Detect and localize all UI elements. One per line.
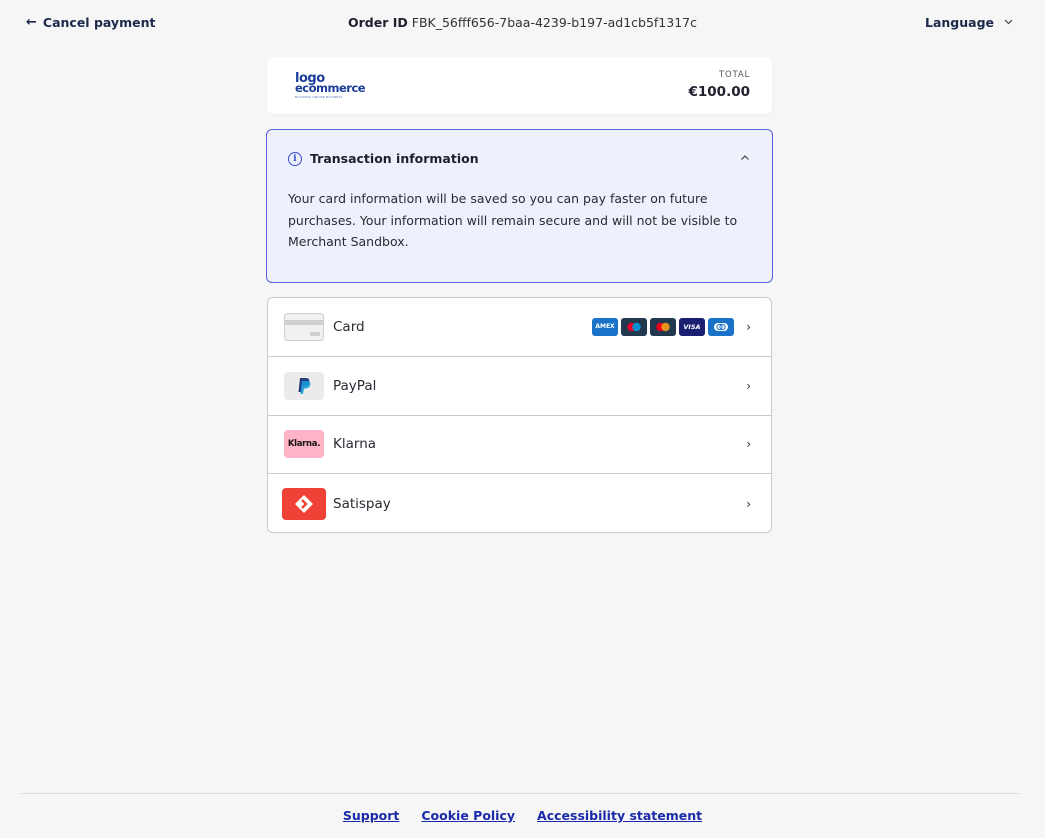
chevron-right-icon: › — [746, 378, 751, 393]
payment-method-label: Satispay — [333, 495, 391, 512]
chevron-right-icon: › — [746, 319, 751, 334]
transaction-info-title: Transaction information — [310, 151, 479, 166]
klarna-icon-text: Klarna. — [287, 439, 321, 450]
satispay-icon — [282, 487, 326, 520]
language-selector[interactable]: Language — [925, 15, 1013, 30]
total-label: TOTAL — [719, 70, 750, 80]
order-id-value: FBK_56fff656-7baa-4239-b197-ad1cb5f1317c — [411, 15, 697, 30]
accessibility-statement-link[interactable]: Accessibility statement — [537, 808, 702, 823]
amex-icon-text: AMEX — [595, 323, 615, 331]
transaction-info-panel: i Transaction information Your card info… — [266, 129, 773, 283]
payment-method-label: PayPal — [333, 377, 377, 394]
transaction-info-text: Your card information will be saved so y… — [288, 191, 738, 249]
order-id-label: Order ID — [348, 15, 408, 30]
chevron-down-icon — [1004, 18, 1013, 28]
chevron-right-icon: › — [746, 437, 751, 452]
klarna-icon: Klarna. — [284, 430, 324, 459]
chevron-up-icon[interactable] — [738, 150, 752, 164]
footer-divider — [21, 793, 1019, 794]
payment-method-paypal[interactable]: PayPal › — [268, 357, 771, 416]
support-link[interactable]: Support — [343, 808, 400, 823]
payment-method-label: Klarna — [333, 436, 377, 453]
transaction-info-header[interactable]: i Transaction information — [288, 151, 479, 166]
mastercard-icon — [650, 317, 676, 336]
card-brands: AMEX VISA — [592, 317, 734, 336]
logo-tagline: BUILDING ONLINE BUSINESS — [295, 94, 343, 99]
diners-club-icon — [708, 317, 734, 336]
merchant-logo: logo ecommerce BUILDING ONLINE BUSINESS — [295, 72, 366, 100]
amex-icon: AMEX — [592, 317, 618, 336]
payment-method-label: Card — [333, 318, 365, 335]
payment-method-satispay[interactable]: Satispay › — [268, 474, 771, 532]
total-amount: €100.00 — [688, 84, 751, 100]
payment-method-klarna[interactable]: Klarna. Klarna › — [268, 416, 771, 475]
visa-icon-text: VISA — [683, 322, 701, 331]
language-label: Language — [924, 15, 994, 30]
credit-card-icon — [284, 312, 324, 341]
top-bar: ← Cancel payment Order ID FBK_56fff656-7… — [0, 0, 1045, 48]
cookie-policy-link[interactable]: Cookie Policy — [421, 808, 515, 823]
paypal-icon — [284, 371, 324, 400]
order-summary-card: logo ecommerce BUILDING ONLINE BUSINESS … — [267, 57, 772, 114]
maestro-icon — [621, 317, 647, 336]
payment-method-card[interactable]: Card AMEX VISA › — [268, 298, 771, 357]
logo-text-line2: ecommerce — [295, 81, 366, 95]
footer-links: Support Cookie Policy Accessibility stat… — [0, 808, 1045, 823]
visa-icon: VISA — [679, 317, 705, 336]
chevron-right-icon: › — [746, 496, 751, 511]
payment-methods-list: Card AMEX VISA › PayPal › Klarna. Klarna… — [267, 297, 772, 533]
info-icon: i — [288, 151, 302, 166]
order-id: Order ID FBK_56fff656-7baa-4239-b197-ad1… — [0, 15, 1045, 30]
